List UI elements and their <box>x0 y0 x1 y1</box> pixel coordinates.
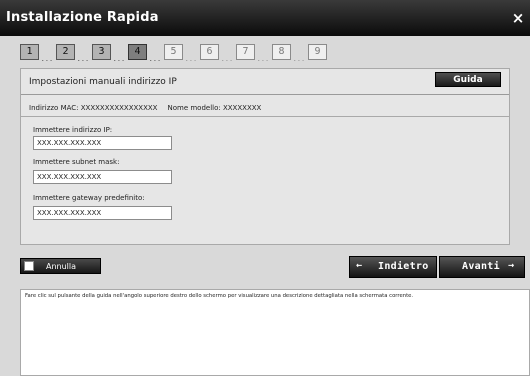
step-number: 5 <box>170 46 177 57</box>
step-9: 9 <box>308 44 327 60</box>
step-number: 3 <box>98 46 105 57</box>
quick-setup-window: Installazione Rapida × 1... 2... 3... 4... 5… <box>0 0 530 376</box>
step-4: 4... <box>128 44 161 63</box>
cancel-checkbox-icon <box>24 261 34 271</box>
step-suffix: ... <box>185 56 198 63</box>
step-number: 1 <box>26 46 33 57</box>
step-suffix: ... <box>77 56 90 63</box>
step-number: 8 <box>278 46 285 57</box>
ip-label: Immettere indirizzo IP: <box>33 126 113 134</box>
step-suffix: ... <box>293 56 306 63</box>
step-number: 2 <box>62 46 69 57</box>
panel-title: Impostazioni manuali indirizzo IP <box>29 77 177 87</box>
description-text: Fare clic sul pulsante della guida nell'… <box>25 293 414 299</box>
step-suffix: ... <box>221 56 234 63</box>
ip-address-field[interactable]: XXX.XXX.XXX.XXX <box>33 136 172 150</box>
step-8: 8... <box>272 44 305 63</box>
step-number: 9 <box>314 46 321 57</box>
step-6: 6... <box>200 44 233 63</box>
arrow-right-icon: → <box>508 260 515 271</box>
subnet-mask-field[interactable]: XXX.XXX.XXX.XXX <box>33 170 172 184</box>
subnet-mask-label: Immettere subnet mask: <box>33 158 120 166</box>
step-suffix: ... <box>149 56 162 63</box>
window-title: Installazione Rapida <box>6 10 159 25</box>
gateway-label: Immettere gateway predefinito: <box>33 194 145 202</box>
description-box: Fare clic sul pulsante della guida nell'… <box>20 289 530 376</box>
step-1: 1... <box>20 44 53 63</box>
title-bar: Installazione Rapida × <box>0 0 530 36</box>
arrow-left-icon: ← <box>356 260 363 271</box>
cancel-label: Annulla <box>46 262 77 271</box>
cancel-button[interactable]: Annulla <box>20 258 101 274</box>
next-label: Avanti <box>462 261 500 272</box>
next-button[interactable]: Avanti → <box>439 256 525 278</box>
step-suffix: ... <box>113 56 126 63</box>
mac-address: Indirizzo MAC: XXXXXXXXXXXXXXXX <box>29 104 158 112</box>
step-7: 7... <box>236 44 269 63</box>
panel-header: Impostazioni manuali indirizzo IP Guida <box>21 69 509 95</box>
step-number: 4 <box>134 46 141 57</box>
settings-panel: Impostazioni manuali indirizzo IP Guida … <box>20 68 510 245</box>
back-button[interactable]: ← Indietro <box>349 256 437 278</box>
close-icon[interactable]: × <box>508 8 528 28</box>
device-info: Indirizzo MAC: XXXXXXXXXXXXXXXX Nome mode… <box>29 104 261 112</box>
gateway-field[interactable]: XXX.XXX.XXX.XXX <box>33 206 172 220</box>
back-label: Indietro <box>378 261 429 272</box>
step-indicator: 1... 2... 3... 4... 5... 6... 7... 8... 9 <box>20 44 344 64</box>
divider <box>21 116 509 117</box>
step-3: 3... <box>92 44 125 63</box>
step-2: 2... <box>56 44 89 63</box>
step-number: 6 <box>206 46 213 57</box>
step-number: 7 <box>242 46 249 57</box>
help-button[interactable]: Guida <box>435 72 501 87</box>
step-5: 5... <box>164 44 197 63</box>
step-suffix: ... <box>41 56 54 63</box>
model-name: Nome modello: XXXXXXXX <box>167 104 262 112</box>
step-suffix: ... <box>257 56 270 63</box>
